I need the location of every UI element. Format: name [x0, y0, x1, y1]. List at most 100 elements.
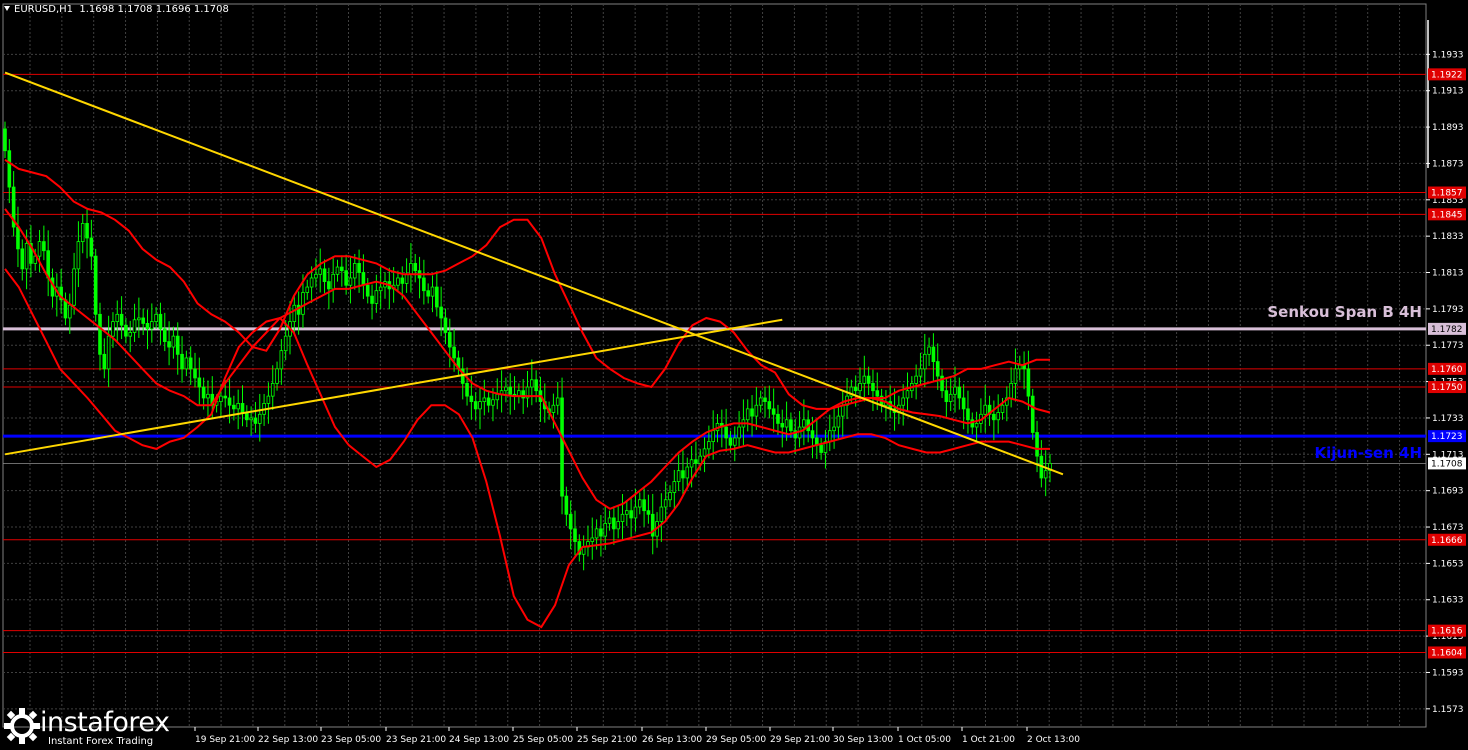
instaforex-logo: instaforex Instant Forex Trading [0, 704, 180, 750]
candle-body [292, 304, 297, 322]
candle-body [637, 499, 642, 508]
candle-body [840, 404, 845, 417]
y-tick-label: 1.1793 [1432, 305, 1464, 315]
candle-body [396, 277, 400, 286]
candle-body [573, 528, 577, 542]
candle-body [219, 395, 223, 402]
x-tick-label: 1 Oct 05:00 [898, 735, 951, 745]
trend-line [4, 71, 1064, 476]
dropdown-triangle-icon[interactable] [4, 6, 10, 11]
candle-body [365, 284, 370, 297]
candle-body [983, 404, 988, 415]
candle-body [197, 377, 202, 388]
candle-body [357, 263, 361, 273]
candle-body [702, 448, 707, 457]
candle-body [620, 513, 625, 522]
candle-body [607, 517, 612, 524]
x-tick-label: 22 Sep 13:00 [258, 735, 318, 745]
candle-body [37, 241, 42, 257]
candle-body [568, 513, 573, 530]
candle-body [413, 263, 418, 272]
level-label: 1.1666 [1431, 536, 1463, 546]
candle-body [223, 395, 228, 399]
candle-body [784, 419, 789, 428]
candle-body [370, 295, 374, 304]
candle-body [106, 335, 111, 370]
candle-body [789, 419, 793, 432]
y-tick-label: 1.1593 [1432, 668, 1464, 678]
y-tick-label: 1.1673 [1432, 523, 1464, 533]
y-tick-label: 1.1913 [1432, 87, 1464, 97]
candle-body [257, 413, 262, 424]
candle-body [119, 313, 124, 326]
candle-body [227, 397, 232, 406]
candle-body [301, 292, 305, 315]
y-tick-label: 1.1813 [1432, 269, 1464, 279]
candle-body [447, 332, 452, 348]
candle-body [80, 223, 85, 243]
level-label: 1.1857 [1431, 189, 1463, 199]
candle-body [771, 408, 776, 415]
candle-body [594, 528, 599, 539]
candle-body [253, 417, 258, 424]
candle-body [663, 499, 668, 508]
candle-body [67, 304, 72, 319]
x-tick-label: 25 Sep 21:00 [577, 735, 637, 745]
grid [3, 4, 1426, 727]
candle-body [508, 386, 513, 395]
candle-body [957, 386, 962, 399]
candle-body [154, 313, 158, 322]
candle-body [115, 313, 120, 322]
candle-body [266, 395, 271, 404]
candle-body [348, 277, 353, 286]
candle-body [745, 408, 750, 421]
candle-body [171, 335, 176, 348]
candle-body [875, 390, 880, 397]
candle-body [551, 404, 556, 413]
candle-body [560, 397, 564, 497]
candle-body [832, 426, 836, 432]
current-price-label: 1.1708 [1431, 459, 1463, 469]
candle-body [689, 459, 694, 468]
candle-body [435, 286, 439, 308]
candle-body [737, 426, 741, 439]
x-tick-label: 24 Sep 13:00 [449, 735, 509, 745]
candle-body [206, 393, 210, 399]
candle-body [931, 346, 936, 362]
level-label: 1.1604 [1431, 648, 1463, 658]
candle-body [275, 368, 279, 384]
y-tick-label: 1.1833 [1432, 232, 1464, 242]
candle-body [966, 408, 970, 421]
gear-logo-icon [4, 708, 40, 744]
x-tick-label: 1 Oct 21:00 [962, 735, 1015, 745]
candle-body [996, 412, 1000, 421]
candle-body [85, 223, 89, 239]
candle-body [905, 390, 910, 399]
candle-body [141, 317, 145, 324]
x-tick-label: 23 Sep 21:00 [386, 735, 446, 745]
candle-body [836, 415, 841, 428]
candle-body [534, 379, 538, 392]
candle-body [175, 335, 180, 355]
y-tick-label: 1.1773 [1432, 341, 1464, 351]
candle-body [707, 441, 711, 450]
x-tick-label: 29 Sep 05:00 [706, 735, 766, 745]
candle-body [111, 321, 115, 337]
candle-body [361, 272, 366, 286]
candle-body [612, 517, 616, 530]
candle-body [672, 481, 677, 493]
candle-body [137, 317, 141, 321]
price-chart[interactable]: 1.19331.19131.18931.18731.18531.18331.18… [0, 0, 1468, 750]
candle-body [124, 324, 128, 337]
candle-body [767, 401, 772, 410]
candle-body [128, 332, 133, 337]
candle-body [646, 510, 651, 515]
middle-band-line [4, 208, 1051, 510]
candle-body [145, 323, 150, 330]
candle-body [236, 403, 240, 410]
candle-body [1035, 432, 1039, 457]
senkou-price-label: 1.1782 [1431, 325, 1463, 335]
kijun-name-label: Kijun-sen 4H [1315, 444, 1422, 462]
candle-body [72, 268, 76, 306]
candle-body [184, 357, 189, 370]
